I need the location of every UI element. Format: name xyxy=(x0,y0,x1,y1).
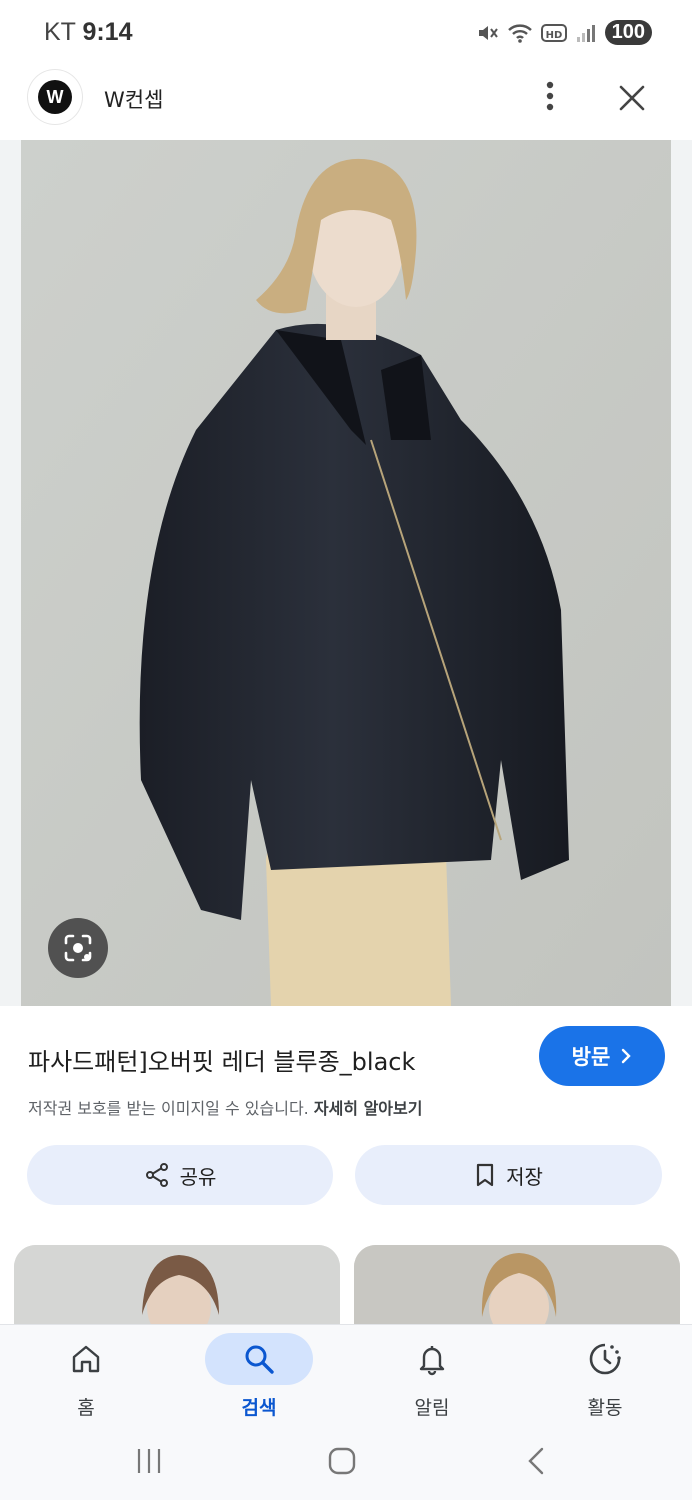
svg-text:HD: HD xyxy=(545,30,562,41)
site-logo[interactable]: W xyxy=(28,70,82,124)
lens-icon xyxy=(64,934,92,962)
visual-search-button[interactable] xyxy=(48,918,108,978)
save-label: 저장 xyxy=(506,1164,543,1189)
bell-icon xyxy=(419,1346,445,1376)
more-vert-icon xyxy=(546,81,554,111)
nav-home-label: 홈 xyxy=(77,1397,95,1419)
visit-button[interactable]: 방문 xyxy=(539,1026,665,1086)
nav-activity[interactable]: 활동 xyxy=(545,1325,665,1421)
nav-search[interactable]: 검색 xyxy=(199,1325,319,1421)
copyright-text: 저작권 보호를 받는 이미지일 수 있습니다. xyxy=(28,1099,309,1118)
recent-apps-icon[interactable] xyxy=(134,1446,164,1476)
share-button[interactable]: 공유 xyxy=(27,1145,333,1205)
status-bar: KT 9:14 HD 100 xyxy=(0,0,692,66)
nav-home[interactable]: 홈 xyxy=(26,1325,146,1421)
home-icon xyxy=(72,1345,100,1373)
battery-indicator: 100 xyxy=(604,20,652,45)
save-button[interactable]: 저장 xyxy=(355,1145,662,1205)
model-photo xyxy=(21,140,671,1006)
search-icon xyxy=(245,1345,274,1374)
close-icon xyxy=(619,85,645,111)
carrier-name: KT xyxy=(44,18,76,46)
activity-icon xyxy=(589,1343,621,1375)
nav-notifications[interactable]: 알림 xyxy=(372,1325,492,1421)
visit-label: 방문 xyxy=(571,1045,611,1069)
related-image-card[interactable] xyxy=(14,1245,340,1325)
learn-more-link[interactable]: 자세히 알아보기 xyxy=(314,1099,423,1118)
bottom-navigation: 홈 검색 알림 활동 xyxy=(0,1324,692,1421)
share-label: 공유 xyxy=(179,1164,217,1189)
wifi-icon xyxy=(507,23,532,43)
app-header: W W컨셉 xyxy=(0,66,692,140)
nav-search-label: 검색 xyxy=(241,1397,277,1419)
image-viewer xyxy=(0,140,692,1006)
result-title[interactable]: 파사드패턴]오버핏 레더 블루종_black xyxy=(28,1042,415,1077)
chevron-right-icon xyxy=(622,1048,632,1064)
related-photo xyxy=(354,1245,680,1325)
bookmark-icon xyxy=(476,1163,494,1187)
share-icon xyxy=(145,1163,168,1187)
site-logo-mark: W xyxy=(38,80,72,114)
clock: 9:14 xyxy=(82,18,133,46)
close-button[interactable] xyxy=(612,78,652,118)
related-image-card[interactable] xyxy=(354,1245,680,1325)
signal-icon xyxy=(576,24,595,42)
home-button-icon[interactable] xyxy=(327,1446,357,1476)
system-navigation-bar xyxy=(0,1420,692,1500)
hd-icon: HD xyxy=(540,23,567,42)
site-name[interactable]: W컨셉 xyxy=(104,84,163,114)
back-icon[interactable] xyxy=(524,1446,548,1476)
nav-activity-label: 활동 xyxy=(587,1397,623,1419)
related-photo xyxy=(14,1245,340,1325)
mute-icon xyxy=(478,25,498,40)
nav-notifications-label: 알림 xyxy=(414,1397,450,1419)
more-options-button[interactable] xyxy=(532,78,568,118)
product-image[interactable] xyxy=(21,140,671,1006)
copyright-notice: 저작권 보호를 받는 이미지일 수 있습니다. 자세히 알아보기 xyxy=(28,1095,422,1119)
